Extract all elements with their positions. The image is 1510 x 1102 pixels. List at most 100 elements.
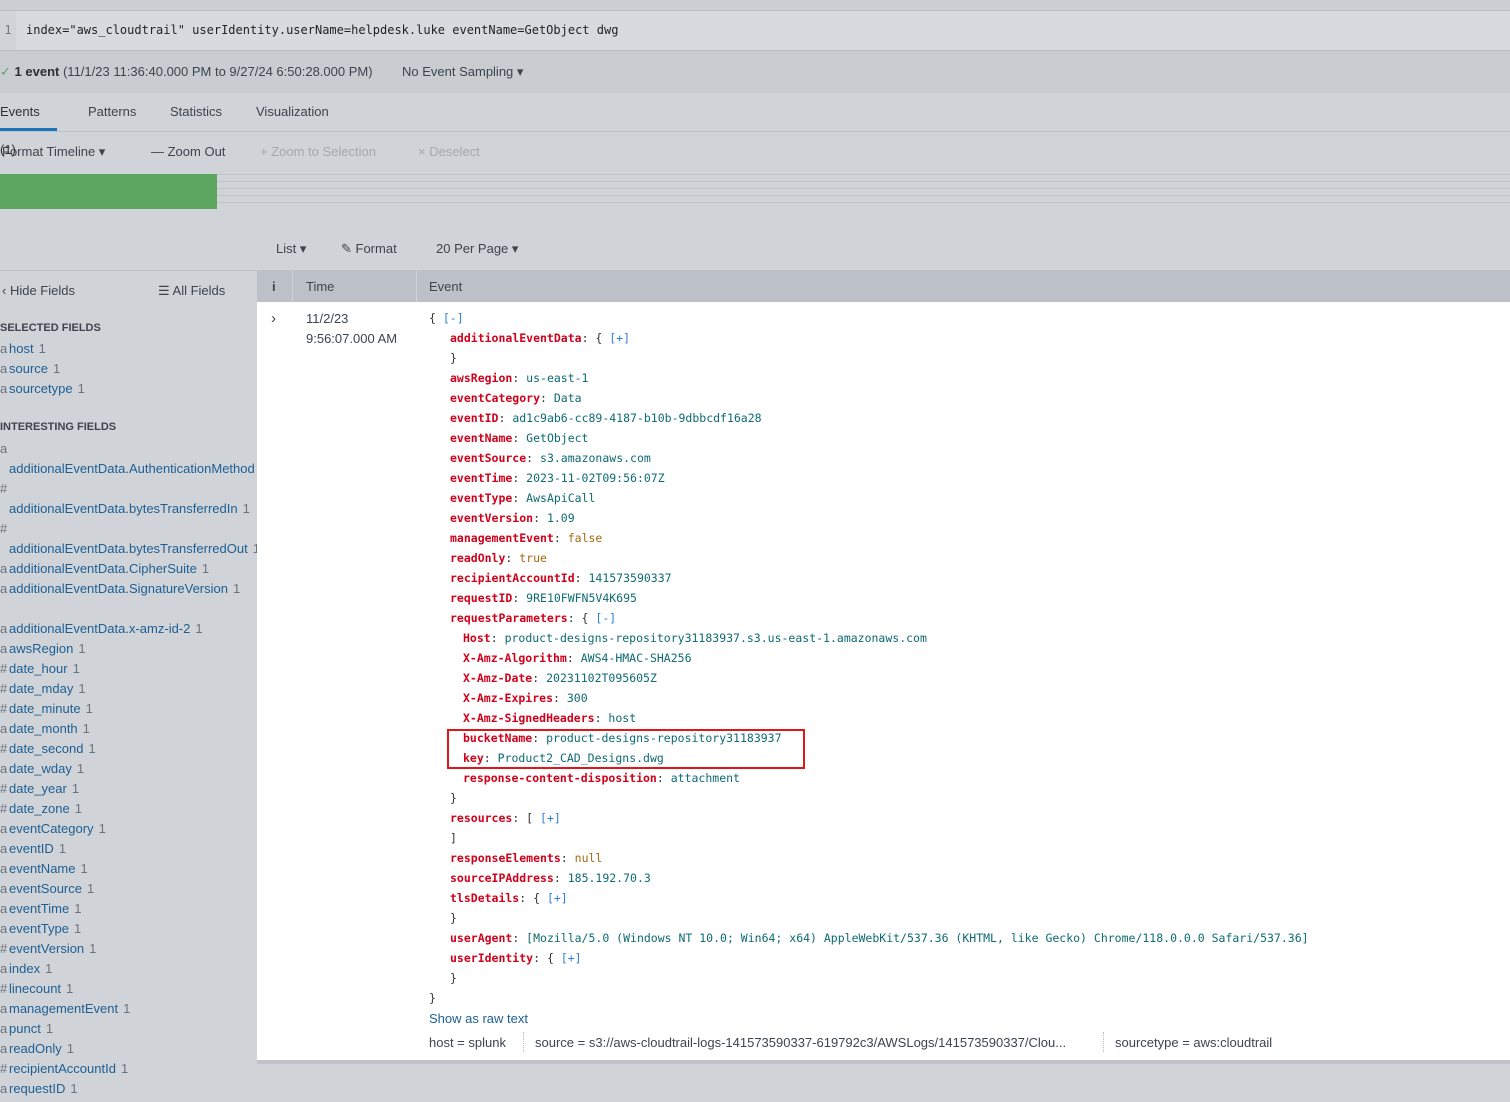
column-event[interactable]: Event: [429, 271, 462, 302]
tab-patterns[interactable]: Patterns: [88, 93, 136, 131]
event-sampling-dropdown[interactable]: No Event Sampling ▾: [402, 51, 523, 93]
column-time[interactable]: Time: [306, 271, 334, 302]
field-item[interactable]: #additionalEventData.bytesTransferredOut…: [0, 519, 260, 559]
field-item[interactable]: a additionalEventData.x-amz-id-2 1: [0, 619, 245, 639]
meta-value[interactable]: splunk: [468, 1035, 506, 1050]
field-item[interactable]: a eventTime 1: [0, 899, 245, 919]
field-item[interactable]: a eventID 1: [0, 839, 245, 859]
format-timeline-button[interactable]: Format Timeline ▾: [2, 132, 105, 172]
event-key[interactable]: response-content-disposition: [463, 771, 657, 785]
field-item[interactable]: # date_zone 1: [0, 799, 245, 819]
event-key[interactable]: resources: [450, 811, 512, 825]
field-item[interactable]: aadditionalEventData.AuthenticationMetho…: [0, 439, 267, 479]
hide-fields-button[interactable]: ‹ Hide Fields: [2, 283, 75, 298]
event-value[interactable]: host: [608, 711, 636, 725]
field-item[interactable]: # date_second 1: [0, 739, 245, 759]
field-item[interactable]: a readOnly 1: [0, 1039, 245, 1059]
list-dropdown[interactable]: List ▾: [276, 241, 306, 257]
event-value[interactable]: product-designs-repository31183937.s3.us…: [505, 631, 927, 645]
event-key[interactable]: responseElements: [450, 851, 561, 865]
event-key[interactable]: sourceIPAddress: [450, 871, 554, 885]
toggle-expand-button[interactable]: [+]: [609, 331, 630, 345]
event-value[interactable]: 20231102T095605Z: [546, 671, 657, 685]
event-key[interactable]: userIdentity: [450, 951, 533, 965]
event-value-literal[interactable]: null: [575, 851, 603, 865]
event-key[interactable]: eventTime: [450, 471, 512, 485]
event-value[interactable]: AwsApiCall: [526, 491, 595, 505]
show-raw-text-link[interactable]: Show as raw text: [429, 1011, 528, 1026]
field-item[interactable]: a date_wday 1: [0, 759, 245, 779]
tab-visualization[interactable]: Visualization: [256, 93, 329, 131]
event-key[interactable]: recipientAccountId: [450, 571, 575, 585]
event-value[interactable]: s3.amazonaws.com: [540, 451, 651, 465]
field-item[interactable]: a index 1: [0, 959, 245, 979]
event-key[interactable]: managementEvent: [450, 531, 554, 545]
field-item[interactable]: # date_minute 1: [0, 699, 245, 719]
field-item[interactable]: a additionalEventData.SignatureVersion 1: [0, 579, 245, 599]
field-item[interactable]: # recipientAccountId 1: [0, 1059, 245, 1079]
toggle-expand-button[interactable]: [+]: [547, 891, 568, 905]
event-key[interactable]: eventCategory: [450, 391, 540, 405]
event-key[interactable]: eventVersion: [450, 511, 533, 525]
event-key[interactable]: X-Amz-SignedHeaders: [463, 711, 595, 725]
event-value[interactable]: ad1c9ab6-cc89-4187-b10b-9dbbcdf16a28: [512, 411, 761, 425]
toggle-expand-button[interactable]: [+]: [540, 811, 561, 825]
field-item[interactable]: # date_year 1: [0, 779, 245, 799]
event-key[interactable]: X-Amz-Expires: [463, 691, 553, 705]
event-key[interactable]: eventSource: [450, 451, 526, 465]
event-value[interactable]: 1.09: [547, 511, 575, 525]
field-item[interactable]: # date_hour 1: [0, 659, 245, 679]
field-item[interactable]: a host 1: [0, 339, 245, 359]
search-query[interactable]: index="aws_cloudtrail" userIdentity.user…: [26, 11, 618, 49]
deselect-button[interactable]: × Deselect: [418, 132, 480, 172]
event-key[interactable]: tlsDetails: [450, 891, 519, 905]
event-key[interactable]: eventType: [450, 491, 512, 505]
meta-field-0[interactable]: host = splunk: [429, 1035, 506, 1050]
field-item[interactable]: a eventCategory 1: [0, 819, 245, 839]
field-item[interactable]: a eventSource 1: [0, 879, 245, 899]
field-item[interactable]: # linecount 1: [0, 979, 245, 999]
meta-field-1[interactable]: source = s3://aws-cloudtrail-logs-141573…: [535, 1035, 1066, 1050]
field-item[interactable]: a awsRegion 1: [0, 639, 245, 659]
timeline-chart[interactable]: [0, 174, 1510, 210]
field-item[interactable]: a eventName 1: [0, 859, 245, 879]
search-bar[interactable]: 1 index="aws_cloudtrail" userIdentity.us…: [0, 11, 1510, 51]
event-key[interactable]: requestParameters: [450, 611, 568, 625]
expand-chevron-icon[interactable]: ›: [271, 310, 276, 327]
meta-value[interactable]: s3://aws-cloudtrail-logs-141573590337-61…: [589, 1035, 1066, 1050]
field-item[interactable]: a sourcetype 1: [0, 379, 245, 399]
event-value-literal[interactable]: true: [519, 551, 547, 565]
event-key[interactable]: X-Amz-Date: [463, 671, 532, 685]
event-value[interactable]: Data: [554, 391, 582, 405]
timeline-bar[interactable]: [0, 174, 217, 209]
toggle-expand-button[interactable]: [+]: [561, 951, 582, 965]
event-value[interactable]: 141573590337: [588, 571, 671, 585]
all-fields-button[interactable]: ☰ All Fields: [158, 283, 225, 299]
event-value-literal[interactable]: false: [568, 531, 603, 545]
tab-events[interactable]: Events (1): [0, 93, 57, 157]
zoom-to-selection-button[interactable]: + Zoom to Selection: [260, 132, 376, 172]
event-key[interactable]: eventID: [450, 411, 498, 425]
field-item[interactable]: # date_mday 1: [0, 679, 245, 699]
event-value[interactable]: AWS4-HMAC-SHA256: [581, 651, 692, 665]
event-value[interactable]: 185.192.70.3: [568, 871, 651, 885]
field-item[interactable]: a eventType 1: [0, 919, 245, 939]
per-page-dropdown[interactable]: 20 Per Page ▾: [436, 241, 518, 257]
event-value[interactable]: us-east-1: [526, 371, 588, 385]
tab-statistics[interactable]: Statistics: [170, 93, 222, 131]
field-item[interactable]: # eventVersion 1: [0, 939, 245, 959]
event-value[interactable]: GetObject: [526, 431, 588, 445]
event-value[interactable]: [Mozilla/5.0 (Windows NT 10.0; Win64; x6…: [526, 931, 1308, 945]
field-item[interactable]: #additionalEventData.bytesTransferredIn 1: [0, 479, 250, 519]
event-key[interactable]: X-Amz-Algorithm: [463, 651, 567, 665]
event-key[interactable]: requestID: [450, 591, 512, 605]
event-value[interactable]: 2023-11-02T09:56:07Z: [526, 471, 664, 485]
field-item[interactable]: a additionalEventData.CipherSuite 1: [0, 559, 245, 579]
toggle-expand-button[interactable]: [-]: [443, 311, 464, 325]
event-value[interactable]: 9RE10FWFN5V4K695: [526, 591, 637, 605]
meta-field-2[interactable]: sourcetype = aws:cloudtrail: [1115, 1035, 1272, 1050]
event-key[interactable]: Host: [463, 631, 491, 645]
event-key[interactable]: userAgent: [450, 931, 512, 945]
field-item[interactable]: a requestID 1: [0, 1079, 245, 1099]
meta-value[interactable]: aws:cloudtrail: [1193, 1035, 1272, 1050]
